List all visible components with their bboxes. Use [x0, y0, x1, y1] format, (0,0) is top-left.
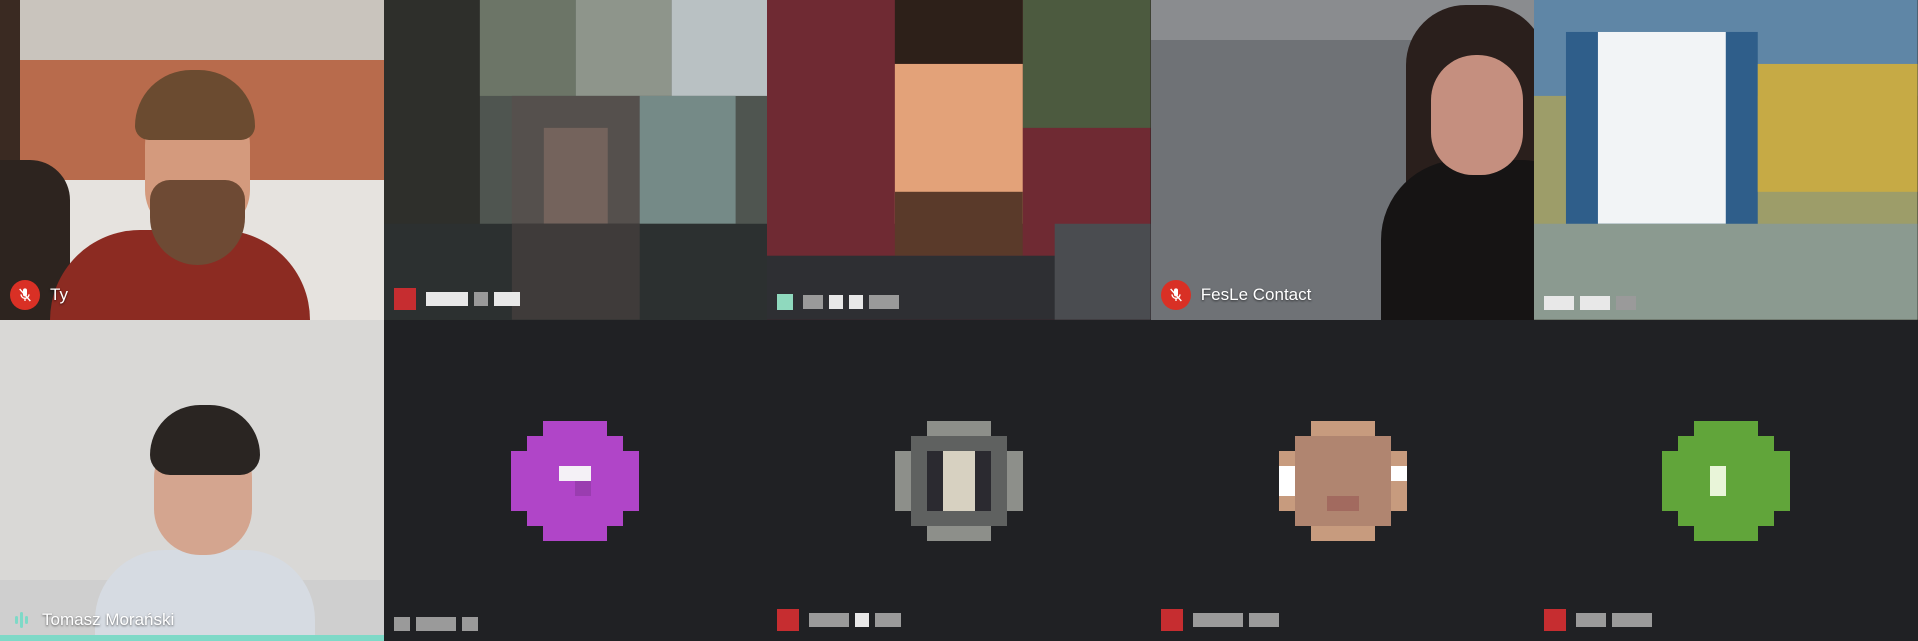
participant-label	[393, 617, 478, 631]
participant-tile-10[interactable]	[1534, 320, 1918, 641]
mic-off-icon	[10, 280, 40, 310]
avatar	[1662, 420, 1791, 541]
participant-label	[777, 294, 900, 310]
avatar	[511, 420, 640, 541]
participant-tile-fesle-contact[interactable]: FesLe Contact	[1150, 0, 1535, 320]
pixelated-video-feed	[767, 0, 1151, 320]
video-grid: Ty FesLe Contact Tomasz Morański	[0, 0, 1918, 641]
audio-levels-icon	[10, 609, 32, 631]
mic-off-icon	[1160, 609, 1183, 631]
participant-label	[1160, 609, 1279, 631]
participant-tile-ty[interactable]: Ty	[0, 0, 384, 320]
participant-name-obscured	[1576, 613, 1653, 627]
avatar	[1278, 420, 1407, 541]
participant-label: Tomasz Morański	[10, 609, 174, 631]
participant-tile-3[interactable]	[767, 0, 1151, 320]
participant-label: FesLe Contact	[1160, 280, 1312, 310]
participant-name-obscured	[1544, 296, 1637, 310]
participant-tile-9[interactable]	[1150, 320, 1535, 641]
audio-levels-icon	[777, 294, 794, 310]
participant-label	[777, 609, 902, 631]
participant-name-obscured	[1192, 613, 1279, 627]
participant-label	[1544, 296, 1637, 310]
participant-tile-8[interactable]	[767, 320, 1151, 641]
participant-name-obscured	[425, 292, 520, 306]
participant-name-obscured	[803, 295, 900, 309]
participant-label	[1544, 609, 1653, 631]
active-speaker-indicator	[0, 635, 384, 641]
participant-name-obscured	[809, 613, 902, 627]
participant-tile-2[interactable]	[383, 0, 768, 320]
participant-tile-7[interactable]	[383, 320, 768, 641]
pixelated-video-feed	[383, 0, 768, 320]
avatar	[894, 420, 1023, 541]
participant-label	[393, 288, 520, 310]
participant-tile-tomasz[interactable]: Tomasz Morański	[0, 320, 384, 641]
participant-name-obscured	[393, 617, 478, 631]
participant-name: Ty	[50, 285, 68, 304]
mic-off-icon	[393, 288, 416, 310]
participant-tile-5[interactable]	[1534, 0, 1918, 320]
mic-off-icon	[1160, 280, 1191, 310]
participant-name: FesLe Contact	[1200, 285, 1312, 304]
participant-label: Ty	[10, 280, 68, 310]
participant-name: Tomasz Morański	[42, 610, 175, 629]
mic-off-icon	[777, 609, 800, 631]
mic-off-icon	[1544, 609, 1567, 631]
pixelated-video-feed	[1534, 0, 1918, 320]
